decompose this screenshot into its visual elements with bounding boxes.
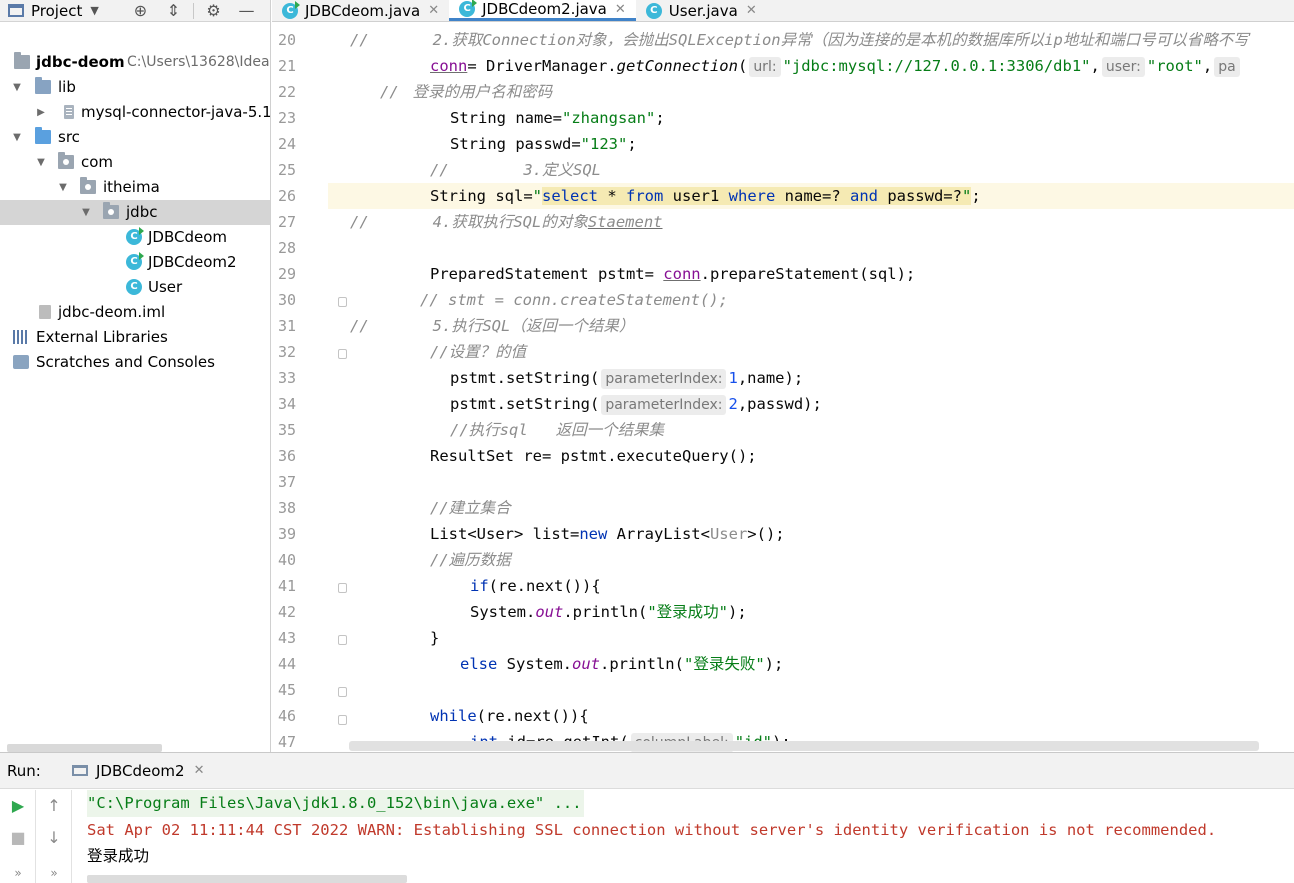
code-line: System.out.println("登录成功"); (470, 603, 747, 621)
tree-item-lib[interactable]: ▼ lib (0, 75, 270, 100)
code-line: //2.获取Connection对象，会抛出SQLException异常（因为连… (350, 31, 1249, 49)
tree-item-iml[interactable]: jdbc-deom.iml (0, 300, 270, 325)
java-class-icon: C (126, 227, 144, 245)
scratches-icon (13, 355, 29, 369)
tree-item-class[interactable]: C JDBCdeom (0, 225, 270, 250)
tree-item-external-libraries[interactable]: External Libraries (0, 325, 270, 350)
code-line: } (430, 629, 440, 647)
collapse-all-icon[interactable]: ⇕ (157, 1, 190, 20)
console-output[interactable]: "C:\Program Files\Java\jdk1.8.0_152\bin\… (87, 790, 1294, 883)
code-line: pstmt.setString(parameterIndex: 1,name); (450, 369, 804, 389)
run-toolbar-left: ▶ ■ » (0, 790, 36, 883)
iml-file-icon (39, 305, 51, 319)
close-icon[interactable]: ✕ (428, 3, 439, 18)
tree-item-module[interactable]: jdbc-deom C:\Users\13628\IdeaProjects (0, 50, 270, 75)
code-line: //执行sql 返回一个结果集 (450, 421, 665, 439)
code-line: //设置？的值 (430, 343, 527, 361)
console-line: 登录成功 (87, 847, 150, 865)
code-line: //登录的用户名和密码 (380, 83, 553, 101)
more-icon[interactable]: » (36, 866, 72, 880)
console-line: Sat Apr 02 11:11:44 CST 2022 WARN: Estab… (87, 821, 1217, 839)
code-line: PreparedStatement pstmt= conn.prepareSta… (430, 265, 916, 283)
tree-item-com[interactable]: ▼ com (0, 150, 270, 175)
code-line: String name="zhangsan"; (450, 109, 665, 127)
console-line: "C:\Program Files\Java\jdk1.8.0_152\bin\… (87, 790, 584, 817)
code-line: String passwd="123"; (450, 135, 637, 153)
java-class-icon: C (126, 252, 144, 270)
code-line: if(re.next()){ (470, 577, 601, 595)
expanded-arrow-icon[interactable]: ▼ (80, 200, 92, 225)
arrow-down-icon[interactable]: ↓ (36, 828, 72, 847)
code-line: ResultSet re= pstmt.executeQuery(); (430, 447, 757, 465)
gear-icon[interactable]: ⚙ (197, 1, 230, 20)
editor-horizontal-scrollbar[interactable] (349, 741, 1259, 751)
close-icon[interactable]: ✕ (746, 3, 757, 18)
code-line: //5.执行SQL（返回一个结果） (350, 317, 635, 335)
code-line: //遍历数据 (430, 551, 511, 569)
run-header: Run: JDBCdeom2 ✕ (0, 753, 1294, 789)
expanded-arrow-icon[interactable]: ▼ (11, 125, 23, 150)
code-line: else System.out.println("登录失败"); (460, 655, 784, 673)
code-line: // stmt = conn.createStatement(); (420, 291, 728, 309)
jar-icon (64, 105, 74, 119)
code-editor: C JDBCdeom.java ✕ C JDBCdeom2.java ✕ C U… (272, 0, 1294, 752)
java-class-icon: C (645, 2, 662, 19)
line-number-gutter: 20 21 22 23 24 25 26 27 28 29 30 31 32 3… (272, 27, 347, 752)
expanded-arrow-icon[interactable]: ▼ (57, 175, 69, 200)
more-icon[interactable]: » (0, 866, 36, 880)
package-icon (80, 177, 96, 194)
libraries-icon (13, 330, 29, 344)
project-toolbar: Project ▼ ⊕ ⇕ ⚙ — (0, 0, 270, 22)
close-icon[interactable]: ✕ (194, 763, 205, 778)
tree-item-class[interactable]: C User (0, 275, 270, 300)
chevron-down-icon: ▼ (90, 4, 99, 17)
expanded-arrow-icon[interactable]: ▼ (11, 75, 23, 100)
package-icon (58, 152, 74, 169)
code-line: //建立集合 (430, 499, 511, 517)
project-horizontal-scrollbar[interactable] (7, 744, 162, 752)
arrow-up-icon[interactable]: ↑ (36, 796, 72, 815)
code-line: //4.获取执行SQL的对象Staement (350, 213, 663, 231)
close-icon[interactable]: ✕ (615, 2, 626, 17)
java-class-icon: C (282, 0, 300, 19)
expanded-arrow-icon[interactable]: ▼ (35, 150, 47, 175)
code-line: conn= DriverManager.getConnection(url: "j… (328, 53, 1294, 79)
folder-icon (35, 77, 51, 94)
tree-item-itheima[interactable]: ▼ itheima (0, 175, 270, 200)
run-tab-jdbcdeom2[interactable]: JDBCdeom2 ✕ (62, 753, 214, 788)
stop-icon[interactable]: ■ (0, 828, 36, 847)
code-area[interactable]: //2.获取Connection对象，会抛出SQLException异常（因为连… (328, 27, 1294, 752)
console-horizontal-scrollbar[interactable] (87, 875, 407, 883)
rerun-icon[interactable]: ▶ (0, 796, 36, 815)
tab-jdbcdeom2[interactable]: C JDBCdeom2.java ✕ (449, 0, 636, 21)
tree-item-src[interactable]: ▼ src (0, 125, 270, 150)
project-window-icon (8, 4, 24, 17)
tree-item-scratches[interactable]: Scratches and Consoles (0, 350, 270, 375)
code-line-current: String sql="select * from user1 where na… (328, 183, 1294, 209)
package-icon (103, 202, 119, 219)
locate-icon[interactable]: ⊕ (124, 1, 157, 20)
project-panel: Project ▼ ⊕ ⇕ ⚙ — jdbc-deom C:\Users\136… (0, 0, 271, 752)
collapsed-arrow-icon[interactable]: ▶ (35, 100, 47, 125)
source-folder-icon (35, 127, 51, 144)
code-line: List<User> list=new ArrayList<User>(); (430, 525, 785, 543)
project-view-selector[interactable]: Project ▼ (0, 2, 124, 20)
code-line: while(re.next()){ (430, 707, 589, 725)
tree-item-jdbc[interactable]: ▼ jdbc (0, 200, 270, 225)
tree-item-jar[interactable]: ▶ mysql-connector-java-5.1.37-bin.jar (0, 100, 270, 125)
run-toolbar-right: ↑ ↓ » (36, 790, 72, 883)
tab-jdbcdeom[interactable]: C JDBCdeom.java ✕ (272, 0, 449, 21)
java-class-icon: C (126, 279, 142, 295)
code-line: // 3.定义SQL (430, 161, 601, 179)
java-class-icon: C (459, 0, 478, 17)
run-panel: Run: JDBCdeom2 ✕ ▶ ■ » ↑ ↓ » "C:\Program… (0, 752, 1294, 883)
hide-panel-icon[interactable]: — (230, 1, 263, 20)
tree-item-class[interactable]: C JDBCdeom2 (0, 250, 270, 275)
code-line: pstmt.setString(parameterIndex: 2,passwd)… (450, 395, 822, 415)
console-icon (72, 765, 88, 776)
editor-tabs: C JDBCdeom.java ✕ C JDBCdeom2.java ✕ C U… (272, 0, 1294, 22)
module-folder-icon (14, 52, 30, 69)
tab-user[interactable]: C User.java ✕ (636, 0, 767, 21)
